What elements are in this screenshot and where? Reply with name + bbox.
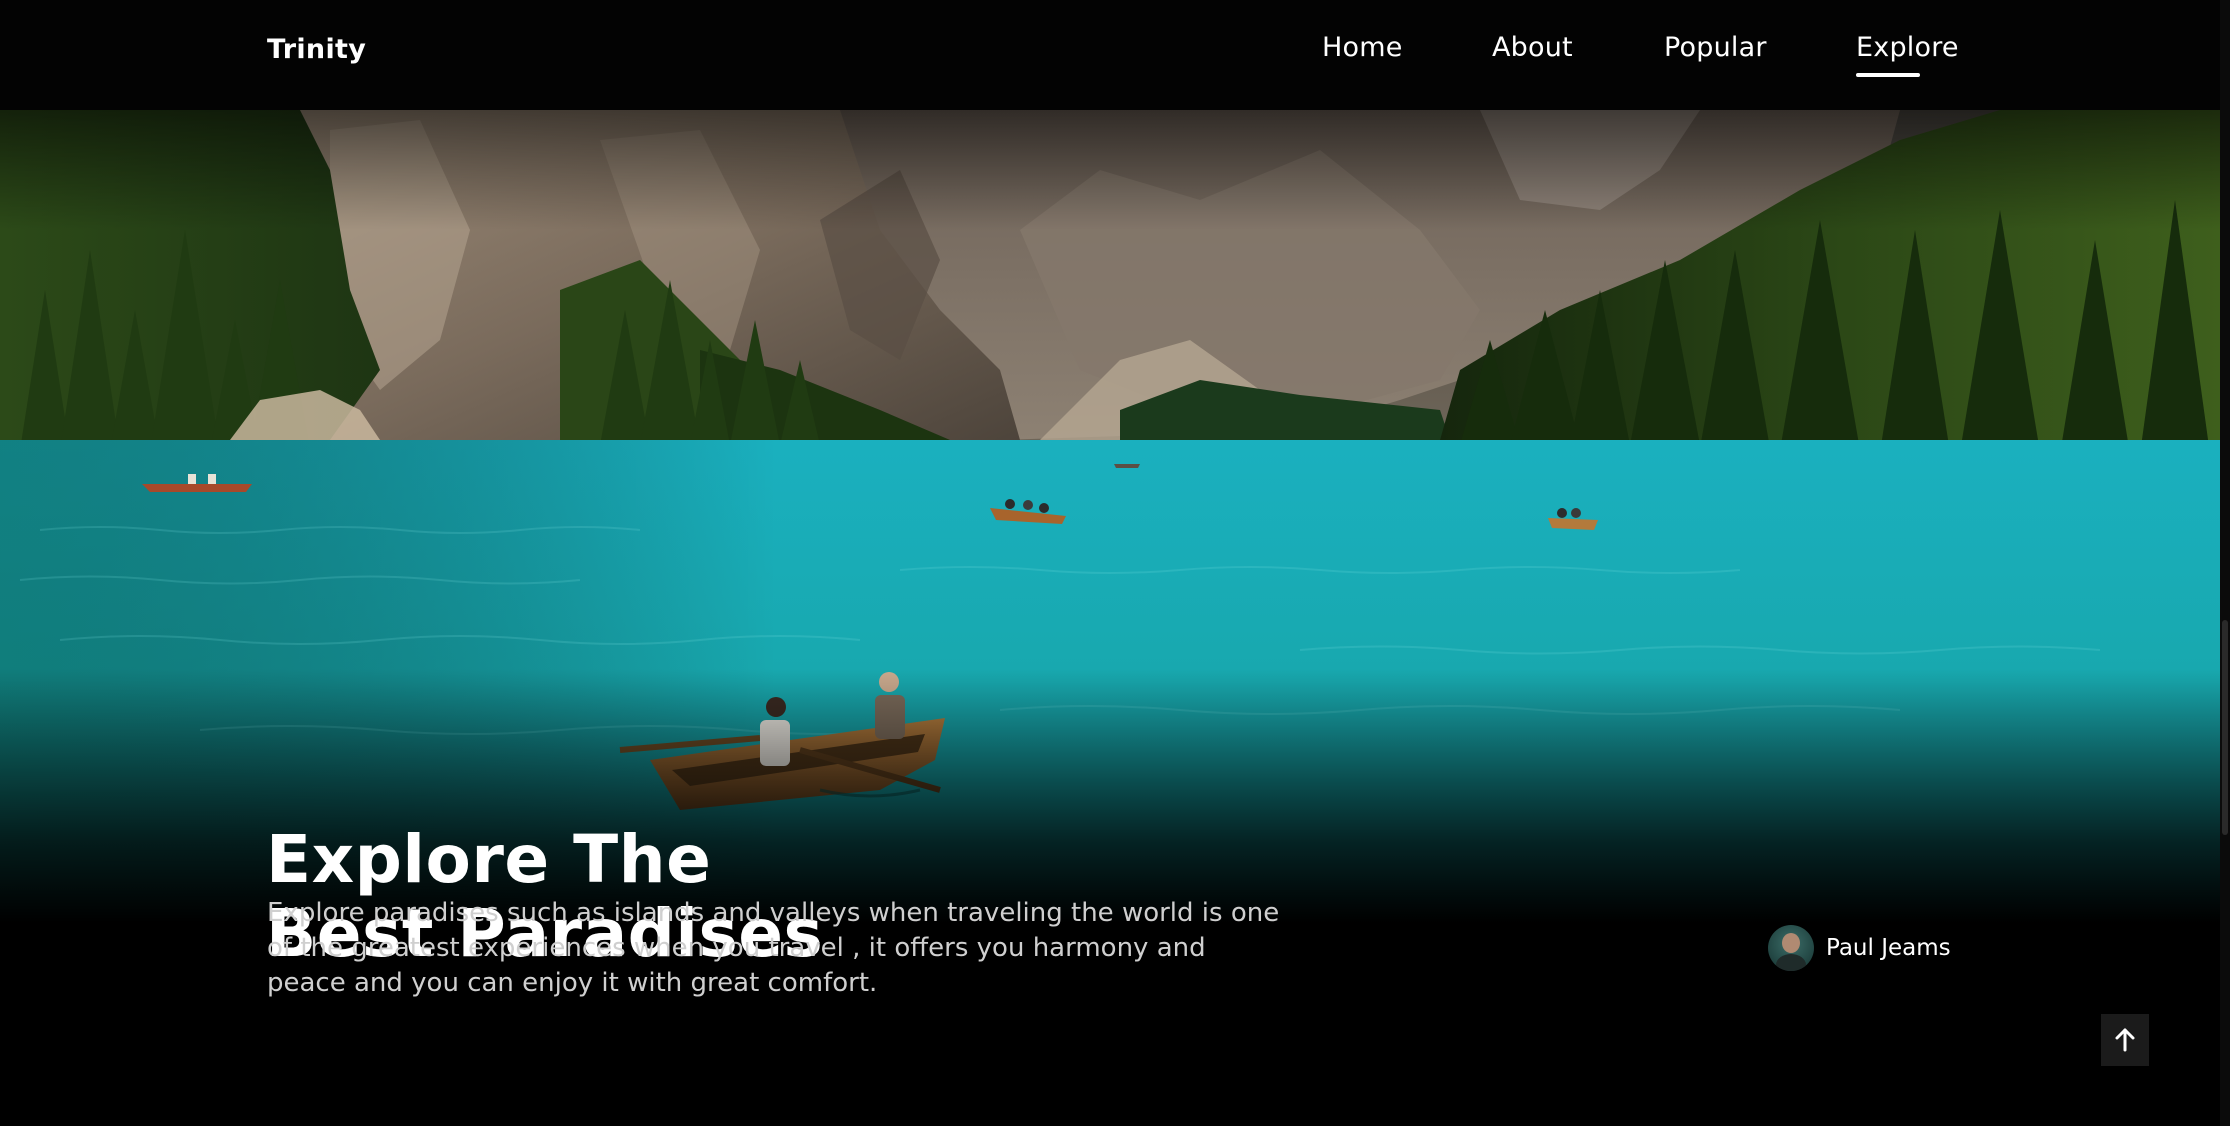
hero-title-line-1: Explore The [266, 821, 712, 898]
nav-explore[interactable]: Explore [1856, 32, 1959, 77]
nav-about[interactable]: About [1492, 32, 1573, 63]
nav-home[interactable]: Home [1322, 32, 1403, 63]
page-scrollbar[interactable] [2220, 0, 2230, 1126]
arrow-up-icon [2115, 1028, 2135, 1052]
author-avatar [1768, 925, 1814, 971]
main-nav: Home About Popular Explore [0, 32, 2230, 92]
scroll-top-button[interactable] [2101, 1014, 2149, 1066]
hero-description: Explore paradises such as islands and va… [267, 898, 1280, 998]
site-header: Trinity Home About Popular Explore [0, 0, 2230, 110]
scrollbar-thumb[interactable] [2222, 620, 2228, 835]
author-badge[interactable]: Paul Jeams [1768, 925, 1951, 971]
nav-popular[interactable]: Popular [1664, 32, 1767, 63]
author-name: Paul Jeams [1826, 935, 1951, 961]
